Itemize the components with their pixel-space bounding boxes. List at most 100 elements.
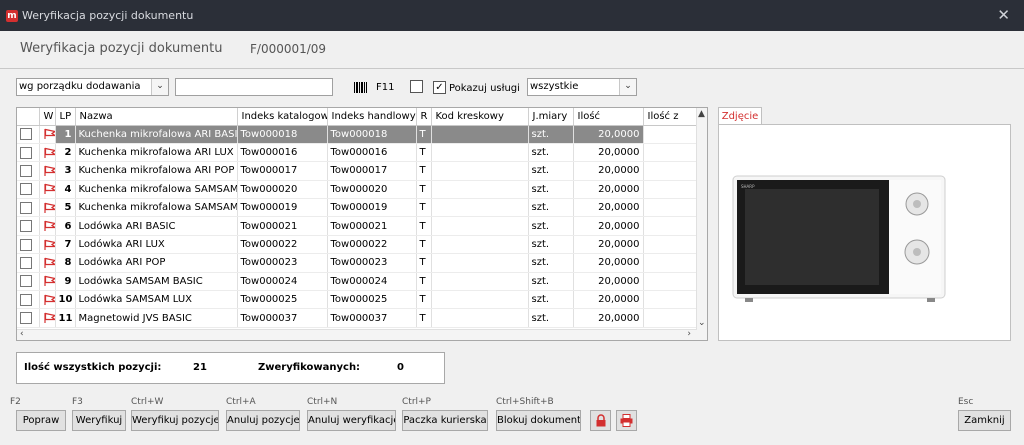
row-checkbox[interactable] xyxy=(20,293,32,306)
row-barcode xyxy=(431,216,529,236)
table-row[interactable]: 3 Kuchenka mikrofalowa ARI POP Tow000017 To… xyxy=(17,161,698,181)
anuluj-weryfikacje-button[interactable]: Anuluj weryfikację xyxy=(307,410,396,431)
blokuj-dokument-button[interactable]: Blokuj dokument xyxy=(496,410,581,431)
table-row[interactable]: 5Kuchenka mikrofalowa SAMSAM LU)Tow00001… xyxy=(17,198,698,218)
row-checkbox-cell[interactable] xyxy=(17,143,40,163)
scroll-up-icon[interactable]: ▲ xyxy=(698,109,705,119)
row-checkbox-cell[interactable] xyxy=(17,216,40,236)
anuluj-pozycje-button[interactable]: Anuluj pozycje xyxy=(226,410,300,431)
col-qty-z[interactable]: Ilość z xyxy=(643,108,698,126)
row-checkbox[interactable] xyxy=(20,146,32,159)
vertical-scrollbar[interactable]: ▲ ⌄ xyxy=(696,108,707,340)
row-barcode xyxy=(431,235,529,255)
col-lp[interactable]: LP xyxy=(55,108,76,126)
row-name: Magnetowid JVS BASIC xyxy=(75,308,238,328)
scroll-left-icon[interactable]: ‹ xyxy=(20,329,24,339)
row-trade-index: Tow000024 xyxy=(327,272,417,292)
close-icon[interactable]: ✕ xyxy=(997,6,1010,24)
row-catalog-index: Tow000025 xyxy=(237,290,328,310)
row-unit: szt. xyxy=(528,161,574,181)
row-checkbox[interactable] xyxy=(20,183,32,196)
col-barcode[interactable]: Kod kreskowy xyxy=(431,108,529,126)
filter-select[interactable]: wszystkie ⌄ xyxy=(527,78,637,96)
table-row[interactable]: 6 Lodówka ARI BASIC Tow000021 Tow000021 Tszt… xyxy=(17,216,698,236)
col-catalog-index[interactable]: Indeks katalogowy xyxy=(237,108,328,126)
popraw-button[interactable]: Popraw xyxy=(16,410,66,431)
table-row[interactable]: 8 Lodówka ARI POP Tow000023 Tow000023 Tszt. 2… xyxy=(17,253,698,273)
show-services-label: Pokazuj usługi xyxy=(449,83,520,94)
weryfikuj-pozycje-button[interactable]: Weryfikuj pozycje xyxy=(131,410,219,431)
row-unit: szt. xyxy=(528,198,574,218)
table-row[interactable]: 11 Magnetowid JVS BASIC Tow000037 Tow000037… xyxy=(17,308,698,328)
row-checkbox[interactable] xyxy=(20,312,32,325)
show-services-checkbox[interactable]: ✓ xyxy=(433,81,446,94)
col-unit[interactable]: J.miary xyxy=(528,108,574,126)
row-checkbox[interactable] xyxy=(20,164,32,177)
row-checkbox-cell[interactable] xyxy=(17,198,40,218)
col-name[interactable]: Nazwa xyxy=(75,108,238,126)
zamknij-button[interactable]: Zamknij xyxy=(958,410,1011,431)
row-checkbox[interactable] xyxy=(20,220,32,233)
row-catalog-index: Tow000016 xyxy=(237,143,328,163)
row-checkbox-cell[interactable] xyxy=(17,253,40,273)
col-w[interactable]: W xyxy=(39,108,56,126)
row-unit: szt. xyxy=(528,290,574,310)
table-row[interactable]: 4Kuchenka mikrofalowa SAMSAM BASTow00002… xyxy=(17,180,698,200)
horizontal-scrollbar[interactable]: ‹ › xyxy=(17,329,697,340)
row-checkbox-cell[interactable] xyxy=(17,272,40,292)
row-qty-z xyxy=(643,253,698,273)
weryfikuj-button[interactable]: Weryfikuj xyxy=(72,410,126,431)
row-checkbox[interactable] xyxy=(20,256,32,269)
summary-box: Ilość wszystkich pozycji: 21 Zweryfikowa… xyxy=(16,352,445,384)
row-checkbox-cell[interactable] xyxy=(17,180,40,200)
table-row[interactable]: 7 Lodówka ARI LUX Tow000022 Tow000022 Tszt. 2… xyxy=(17,235,698,255)
microwave-image: SHARP xyxy=(732,175,946,302)
row-checkbox-cell[interactable] xyxy=(17,161,40,181)
row-checkbox[interactable] xyxy=(20,238,32,251)
print-button[interactable] xyxy=(616,410,637,431)
table-row[interactable]: 10 Lodówka SAMSAM LUX Tow000025 Tow000025 Ts… xyxy=(17,290,698,310)
row-checkbox[interactable] xyxy=(20,201,32,214)
row-catalog-index: Tow000024 xyxy=(237,272,328,292)
total-positions-label: Ilość wszystkich pozycji: xyxy=(24,362,162,373)
row-qty: 20,0000 xyxy=(573,125,644,144)
col-trade-index[interactable]: Indeks handlowy xyxy=(327,108,417,126)
f11-checkbox[interactable] xyxy=(410,80,423,93)
row-name: Lodówka ARI LUX xyxy=(75,235,238,255)
positions-grid[interactable]: W LP Nazwa Indeks katalogowy Indeks hand… xyxy=(16,107,708,341)
barcode-icon[interactable] xyxy=(354,82,367,93)
row-lp: 4 xyxy=(55,180,76,200)
row-checkbox-cell[interactable] xyxy=(17,308,40,328)
search-input[interactable] xyxy=(175,78,333,96)
grid-header-row: W LP Nazwa Indeks katalogowy Indeks hand… xyxy=(17,108,698,126)
row-checkbox[interactable] xyxy=(20,275,32,288)
row-trade-index: Tow000019 xyxy=(327,198,417,218)
row-checkbox[interactable] xyxy=(20,128,32,141)
col-qty[interactable]: Ilość xyxy=(573,108,644,126)
tab-photo[interactable]: Zdjęcie xyxy=(718,107,762,125)
row-r: T xyxy=(416,272,432,292)
table-row[interactable]: 9 Lodówka SAMSAM BASIC Tow000024 Tow000024 T… xyxy=(17,272,698,292)
row-r: T xyxy=(416,198,432,218)
scroll-down-icon[interactable]: ⌄ xyxy=(698,318,706,328)
chevron-down-icon[interactable]: ⌄ xyxy=(619,79,636,95)
row-checkbox-cell[interactable] xyxy=(17,125,40,144)
printer-icon xyxy=(620,414,633,427)
col-check[interactable] xyxy=(17,108,40,126)
row-checkbox-cell[interactable] xyxy=(17,235,40,255)
row-trade-index: Tow000023 xyxy=(327,253,417,273)
row-trade-index: Tow000017 xyxy=(327,161,417,181)
table-row[interactable]: 1 Kuchenka mikrofalowa ARI BASIC Tow000018… xyxy=(17,125,698,144)
row-qty-z xyxy=(643,216,698,236)
col-r[interactable]: R xyxy=(416,108,432,126)
row-lp: 11 xyxy=(55,308,76,328)
table-row[interactable]: 2 Kuchenka mikrofalowa ARI LUX Tow000016 To… xyxy=(17,143,698,163)
row-trade-index: Tow000037 xyxy=(327,308,417,328)
scroll-right-icon[interactable]: › xyxy=(687,329,691,339)
row-checkbox-cell[interactable] xyxy=(17,290,40,310)
paczka-kurierska-button[interactable]: Paczka kurierska xyxy=(402,410,488,431)
sort-order-select[interactable]: wg porządku dodawania ⌄ xyxy=(16,78,169,96)
row-unit: szt. xyxy=(528,272,574,292)
chevron-down-icon[interactable]: ⌄ xyxy=(151,79,168,95)
lock-button[interactable] xyxy=(590,410,611,431)
